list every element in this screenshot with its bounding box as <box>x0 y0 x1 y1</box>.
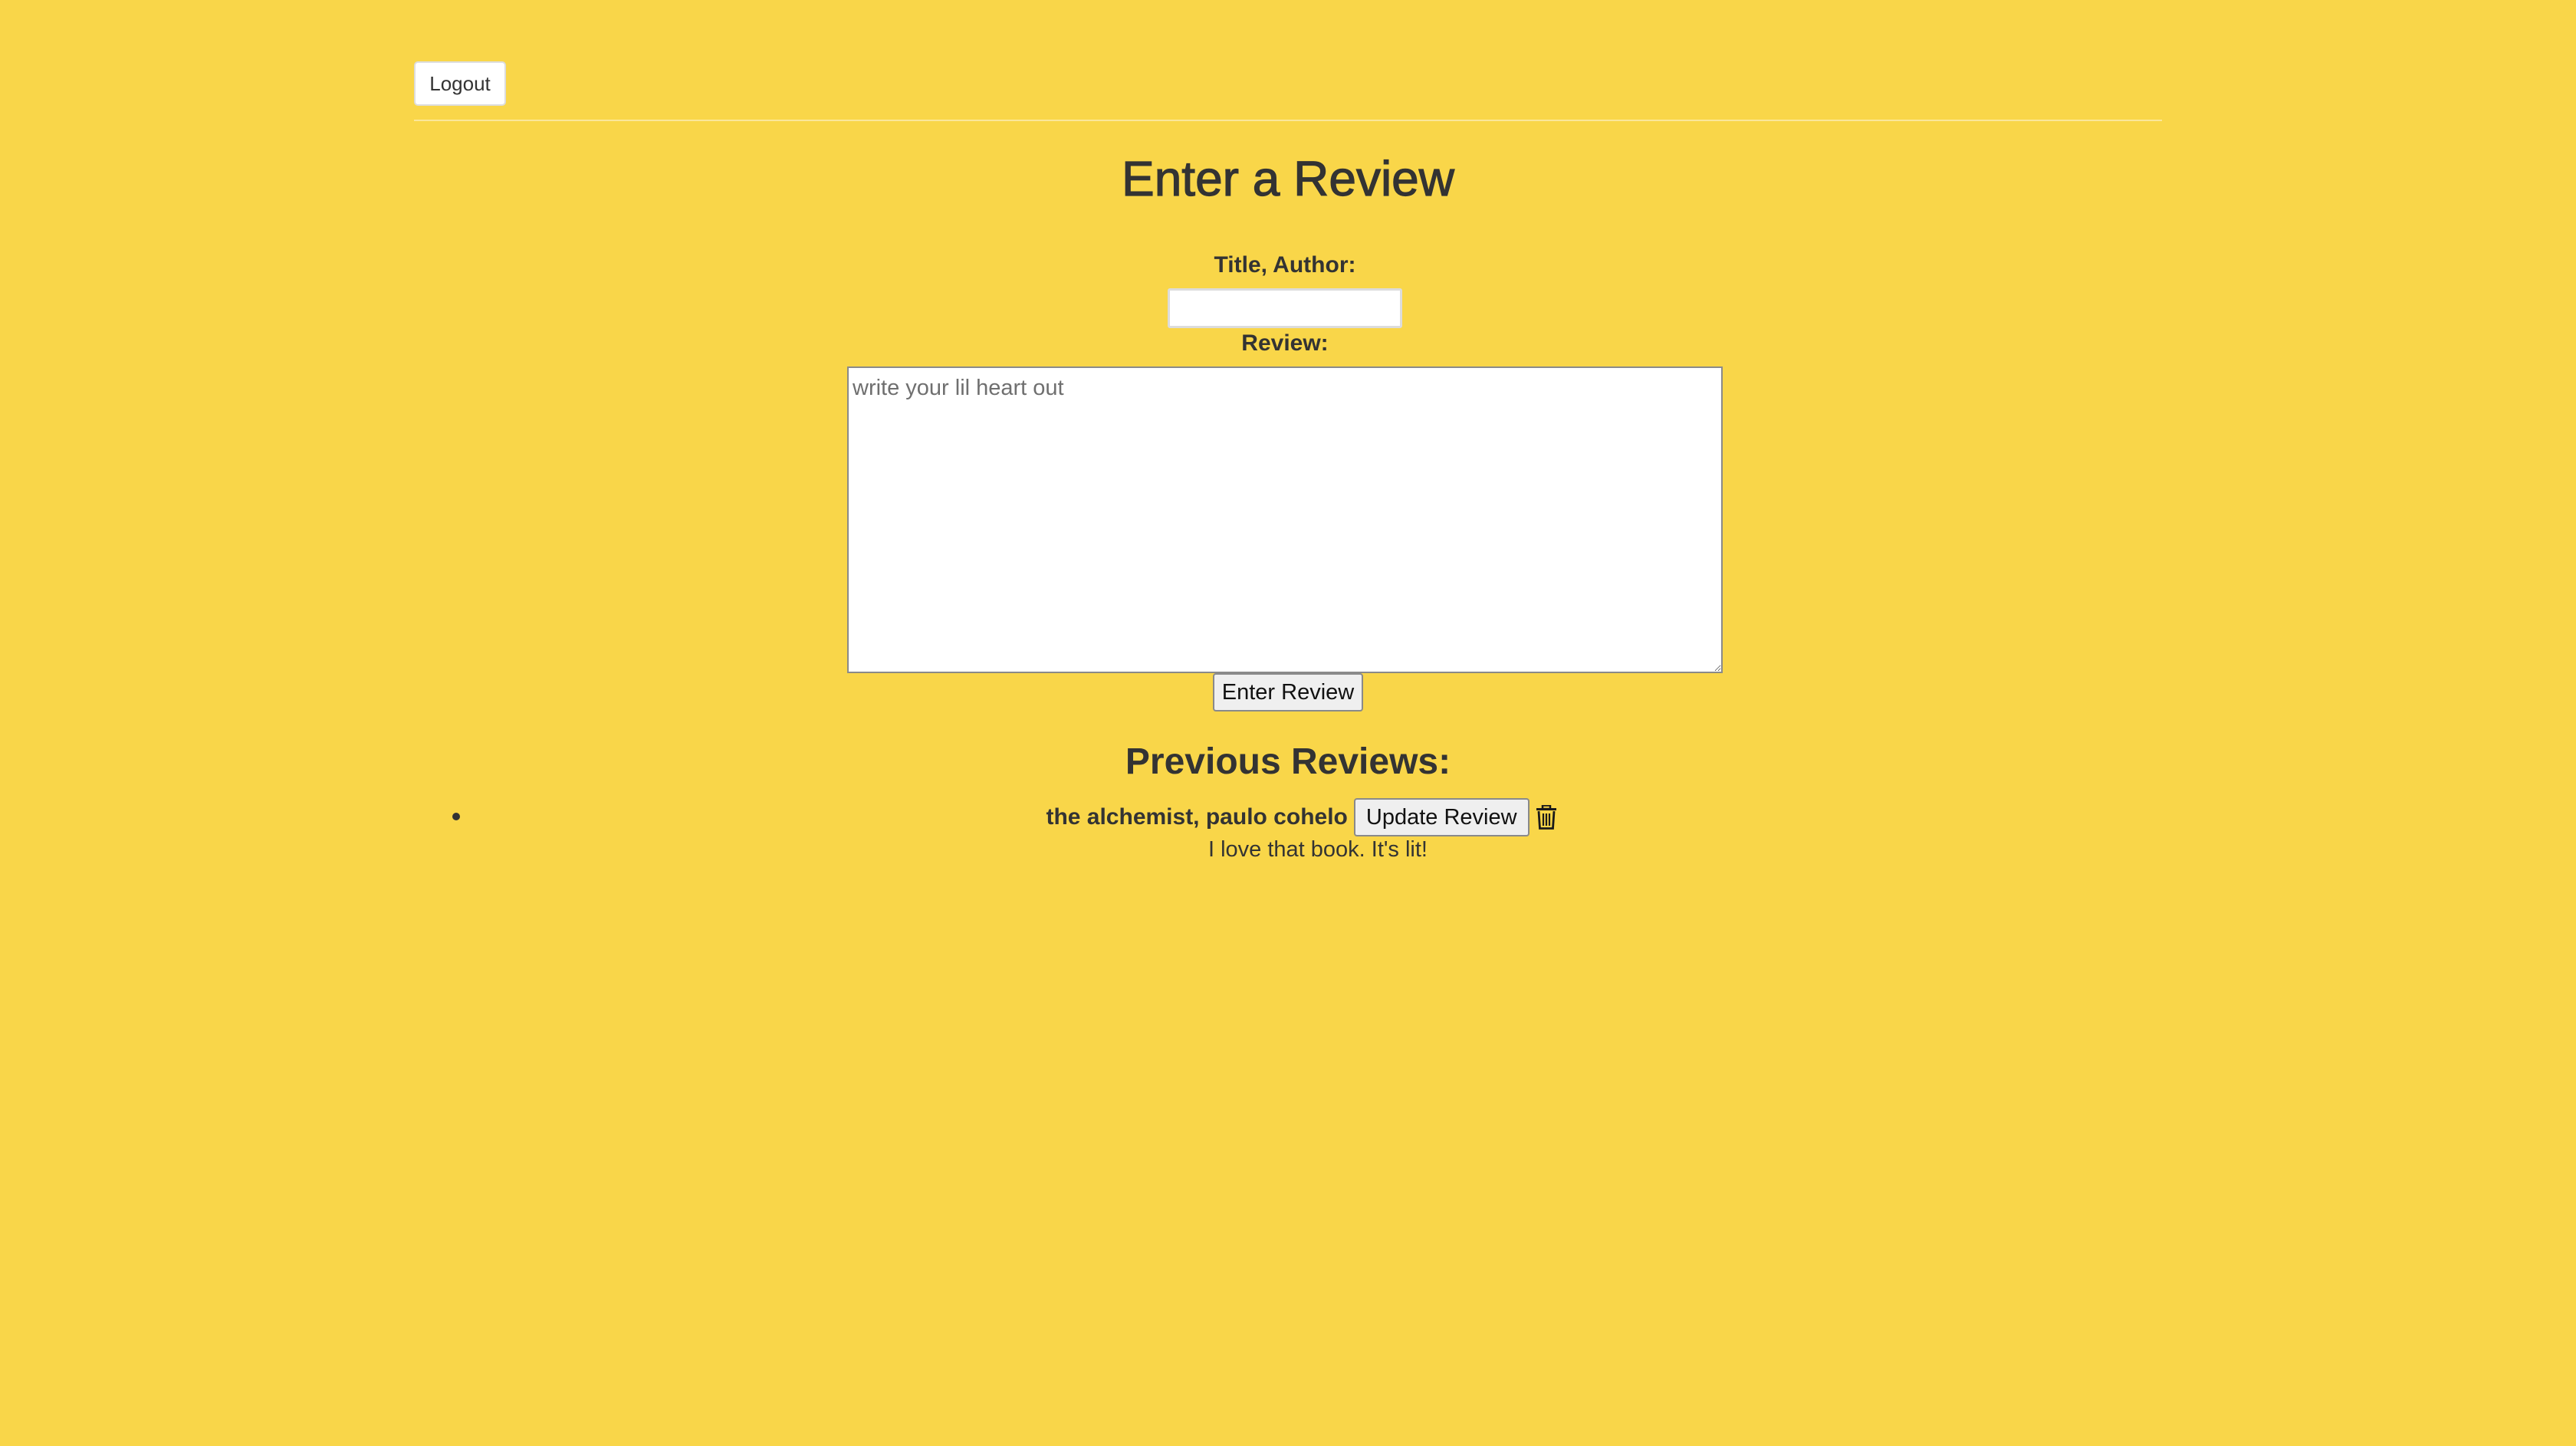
enter-review-button[interactable]: Enter Review <box>1213 673 1363 711</box>
update-review-button[interactable]: Update Review <box>1353 798 1530 836</box>
review-label: Review: <box>1241 330 1329 356</box>
title-author-label: Title, Author: <box>1214 252 1356 278</box>
previous-reviews-heading: Previous Reviews: <box>1125 741 1451 782</box>
review-header-inner: the alchemist, paulo cohelo Update Revie… <box>1046 798 1556 836</box>
page-title: Enter a Review <box>1121 150 1454 206</box>
review-header: the alchemist, paulo cohelo Update Revie… <box>414 797 2162 837</box>
title-author-input[interactable] <box>1168 288 1402 328</box>
top-bar: Logout <box>414 0 2162 121</box>
logout-button[interactable]: Logout <box>414 61 506 106</box>
list-item: the alchemist, paulo cohelo Update Revie… <box>414 794 2162 871</box>
trash-icon[interactable] <box>1536 804 1557 830</box>
review-textarea[interactable] <box>847 366 1723 673</box>
previous-reviews-list: the alchemist, paulo cohelo Update Revie… <box>414 794 2162 871</box>
review-text: I love that book. It's lit! <box>1208 837 1428 862</box>
review-title-author: the alchemist, paulo cohelo <box>1046 804 1348 830</box>
page-container: Logout Enter a Review Title, Author: Rev… <box>414 0 2162 1446</box>
